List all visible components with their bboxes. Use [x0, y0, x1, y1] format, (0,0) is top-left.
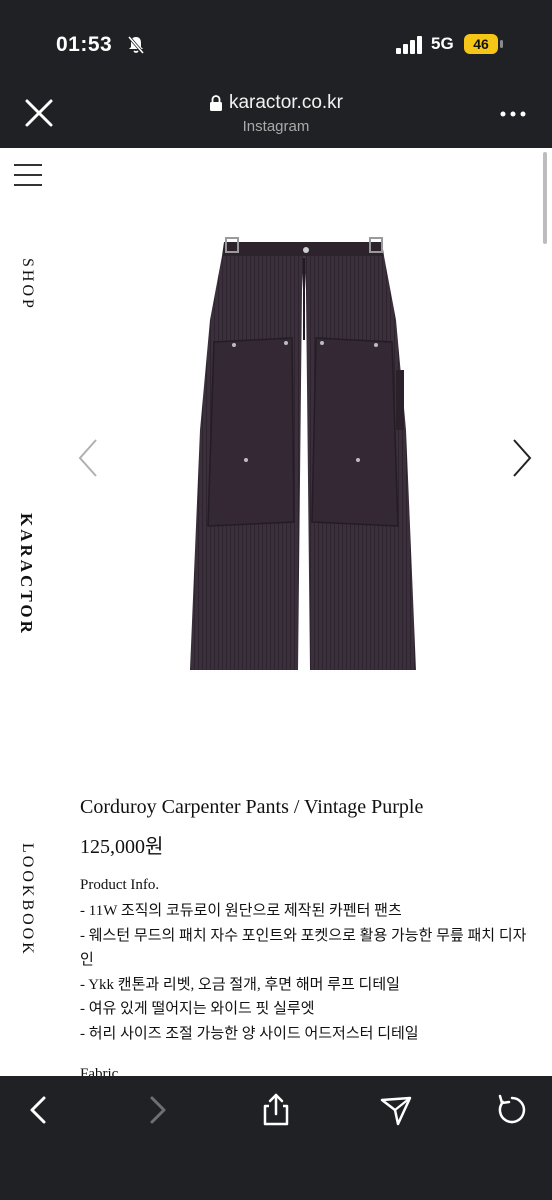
nav-shop[interactable]: SHOP	[14, 258, 36, 311]
more-options-icon[interactable]	[498, 104, 528, 124]
list-item: - Ykk 캔톤과 리벳, 오금 절개, 후면 해머 루프 디테일	[80, 976, 400, 993]
nav-lookbook[interactable]: LOOKBOOK	[14, 843, 36, 957]
product-image[interactable]	[186, 230, 418, 678]
status-bar: 01:53 5G 46	[0, 0, 552, 90]
product-info-list: - 11W 조직의 코듀로이 원단으로 제작된 카펜터 팬츠 - 웨스턴 무드의…	[80, 899, 530, 1046]
browser-toolbar	[0, 1076, 552, 1200]
send-icon[interactable]	[378, 1092, 414, 1128]
battery-level: 46	[464, 34, 498, 54]
signal-icon	[396, 36, 422, 54]
menu-icon[interactable]	[14, 164, 42, 186]
share-icon[interactable]	[258, 1092, 294, 1128]
address-bar[interactable]: karactor.co.kr Instagram	[0, 92, 552, 135]
fabric-heading: Fabric	[80, 1066, 119, 1076]
scrollbar[interactable]	[543, 152, 547, 244]
silent-bell-icon	[127, 36, 145, 54]
reload-icon[interactable]	[494, 1092, 530, 1128]
product-price: 125,000원	[80, 836, 164, 858]
web-page: SHOP KARACTOR LOOKBOOK Corduroy Carpente…	[0, 148, 552, 1076]
browser-header: karactor.co.kr Instagram	[0, 90, 552, 148]
list-item: - 웨스턴 무드의 패치 자수 포인트와 포켓으로 활용 가능한 무릎 패치 디…	[80, 927, 527, 969]
source-label: Instagram	[242, 118, 310, 135]
url-text: karactor.co.kr	[228, 92, 344, 113]
next-image-arrow-icon[interactable]	[508, 436, 534, 480]
product-info-heading: Product Info.	[80, 877, 160, 893]
prev-image-arrow-icon[interactable]	[76, 436, 102, 480]
battery-icon: 46	[464, 34, 504, 56]
product-title: Corduroy Carpenter Pants / Vintage Purpl…	[80, 796, 424, 818]
forward-icon[interactable]	[140, 1092, 176, 1128]
back-icon[interactable]	[20, 1092, 56, 1128]
list-item: - 11W 조직의 코듀로이 원단으로 제작된 카펜터 팬츠	[80, 903, 402, 919]
lock-icon	[209, 95, 222, 111]
network-type: 5G	[431, 34, 454, 53]
list-item: - 허리 사이즈 조절 가능한 양 사이드 어드저스터 디테일	[80, 1025, 419, 1042]
status-time: 01:53	[56, 33, 113, 56]
list-item: - 여유 있게 떨어지는 와이드 핏 실루엣	[80, 1001, 315, 1017]
nav-brand-logo[interactable]: KARACTOR	[14, 513, 36, 636]
